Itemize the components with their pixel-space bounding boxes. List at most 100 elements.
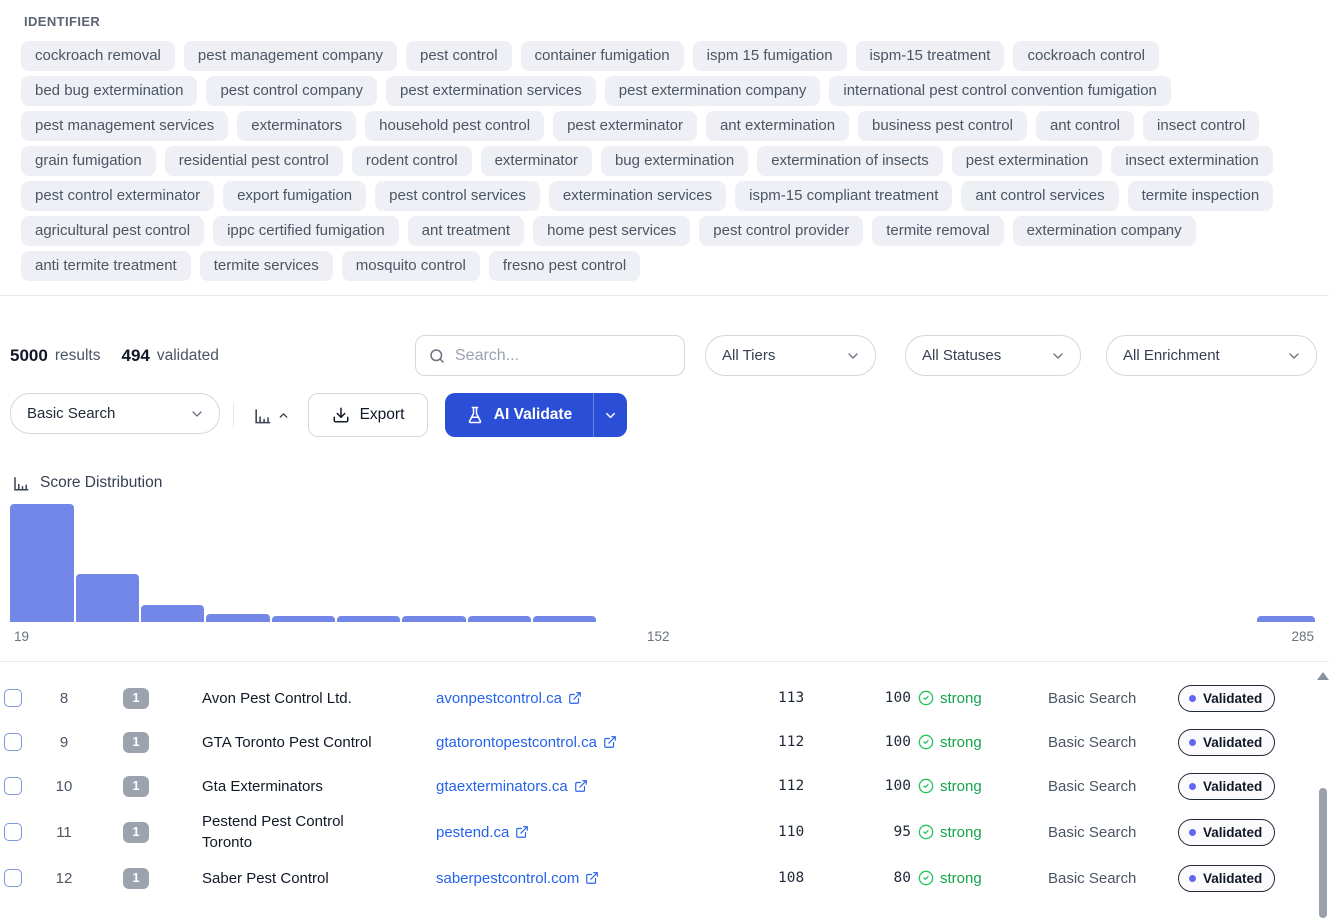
row-number: 12 <box>50 870 78 887</box>
ai-validate-label: AI Validate <box>494 406 572 424</box>
validated-badge[interactable]: Validated <box>1178 685 1275 712</box>
keyword-tag[interactable]: ant control services <box>961 181 1118 211</box>
keyword-tag[interactable]: extermination of insects <box>757 146 943 176</box>
validation-strength: strong <box>940 870 982 887</box>
axis-tick-min: 19 <box>14 629 29 644</box>
tag-list: cockroach removal pest management compan… <box>21 41 1308 281</box>
keyword-tag[interactable]: insect control <box>1143 111 1259 141</box>
keyword-tag[interactable]: pest extermination <box>952 146 1103 176</box>
keyword-tag[interactable]: exterminator <box>481 146 592 176</box>
keyword-tag[interactable]: exterminators <box>237 111 356 141</box>
keyword-tag[interactable]: bed bug extermination <box>21 76 197 106</box>
chevron-down-icon <box>1286 348 1302 364</box>
download-icon <box>332 406 350 424</box>
tier-filter-select[interactable]: All Tiers <box>705 335 876 376</box>
keyword-tag[interactable]: ispm 15 fumigation <box>693 41 847 71</box>
score-value: 112 <box>778 734 818 750</box>
keyword-tag[interactable]: cockroach control <box>1013 41 1159 71</box>
ai-validate-dropdown-button[interactable] <box>594 393 627 437</box>
validation-score: 100 <box>873 778 911 794</box>
search-mode-select[interactable]: Basic Search <box>10 393 220 434</box>
keyword-tag[interactable]: pest control services <box>375 181 540 211</box>
keyword-tag[interactable]: pest exterminator <box>553 111 697 141</box>
keyword-tag[interactable]: fresno pest control <box>489 251 640 281</box>
keyword-tag[interactable]: ant control <box>1036 111 1134 141</box>
keyword-tag[interactable]: grain fumigation <box>21 146 156 176</box>
validated-badge[interactable]: Validated <box>1178 865 1275 892</box>
keyword-tag[interactable]: pest extermination company <box>605 76 821 106</box>
histogram-icon <box>253 406 272 425</box>
row-checkbox[interactable] <box>4 777 22 795</box>
keyword-tag[interactable]: business pest control <box>858 111 1027 141</box>
keyword-tag[interactable]: pest control company <box>206 76 377 106</box>
keyword-tag[interactable]: termite removal <box>872 216 1003 246</box>
keyword-tag[interactable]: insect extermination <box>1111 146 1272 176</box>
validated-badge[interactable]: Validated <box>1178 729 1275 756</box>
keyword-tag[interactable]: home pest services <box>533 216 690 246</box>
external-link-icon <box>603 735 617 749</box>
search-box[interactable] <box>415 335 685 376</box>
toolbar-divider <box>233 403 234 427</box>
status-filter-select[interactable]: All Statuses <box>905 335 1081 376</box>
keyword-tag[interactable]: mosquito control <box>342 251 480 281</box>
keyword-tag[interactable]: pest management services <box>21 111 228 141</box>
scrollbar-up-arrow[interactable] <box>1317 672 1329 680</box>
histogram-bar <box>206 614 270 622</box>
keyword-tag[interactable]: household pest control <box>365 111 544 141</box>
keyword-tag[interactable]: container fumigation <box>521 41 684 71</box>
table-row: 10 1 Gta Exterminators gtaexterminators.… <box>0 764 1329 808</box>
keyword-tag[interactable]: pest control provider <box>699 216 863 246</box>
score-chart-toggle-button[interactable] <box>246 397 296 433</box>
row-number: 9 <box>50 734 78 751</box>
keyword-tag[interactable]: ant treatment <box>408 216 524 246</box>
check-circle-icon <box>918 690 934 706</box>
domain-link[interactable]: gtaexterminators.ca <box>436 778 588 795</box>
domain-text: saberpestcontrol.com <box>436 870 579 887</box>
keyword-tag[interactable]: agricultural pest control <box>21 216 204 246</box>
keyword-tag[interactable]: anti termite treatment <box>21 251 191 281</box>
search-input[interactable] <box>455 347 672 365</box>
status-label: Validated <box>1203 871 1262 886</box>
external-link-icon <box>568 691 582 705</box>
keyword-tag[interactable]: pest control <box>406 41 512 71</box>
keyword-tag[interactable]: termite inspection <box>1128 181 1274 211</box>
enrichment-filter-select[interactable]: All Enrichment <box>1106 335 1317 376</box>
status-dot-icon <box>1189 695 1196 702</box>
keyword-tag[interactable]: ant extermination <box>706 111 849 141</box>
ai-validate-button[interactable]: AI Validate <box>445 393 593 437</box>
row-checkbox[interactable] <box>4 869 22 887</box>
validation-score: 100 <box>873 690 911 706</box>
scrollbar-thumb[interactable] <box>1319 788 1327 918</box>
keyword-tag[interactable]: international pest control convention fu… <box>829 76 1171 106</box>
keyword-tag[interactable]: extermination company <box>1013 216 1196 246</box>
export-button[interactable]: Export <box>308 393 428 437</box>
status-dot-icon <box>1189 829 1196 836</box>
domain-link[interactable]: avonpestcontrol.ca <box>436 690 582 707</box>
row-checkbox[interactable] <box>4 733 22 751</box>
row-checkbox[interactable] <box>4 823 22 841</box>
keyword-tag[interactable]: cockroach removal <box>21 41 175 71</box>
validated-badge[interactable]: Validated <box>1178 819 1275 846</box>
keyword-tag[interactable]: rodent control <box>352 146 472 176</box>
keyword-tag[interactable]: pest extermination services <box>386 76 596 106</box>
keyword-tag[interactable]: pest management company <box>184 41 397 71</box>
keyword-tag[interactable]: extermination services <box>549 181 726 211</box>
histogram-bar <box>533 616 596 622</box>
keyword-tag[interactable]: ispm-15 treatment <box>856 41 1005 71</box>
keyword-tag[interactable]: residential pest control <box>165 146 343 176</box>
keyword-tag[interactable]: export fumigation <box>223 181 366 211</box>
keyword-tag[interactable]: ippc certified fumigation <box>213 216 399 246</box>
validated-badge[interactable]: Validated <box>1178 773 1275 800</box>
tier-badge: 1 <box>123 868 149 889</box>
domain-link[interactable]: saberpestcontrol.com <box>436 870 599 887</box>
keyword-tag[interactable]: bug extermination <box>601 146 748 176</box>
keyword-tag[interactable]: ispm-15 compliant treatment <box>735 181 952 211</box>
domain-link[interactable]: pestend.ca <box>436 824 529 841</box>
keyword-tag[interactable]: termite services <box>200 251 333 281</box>
keyword-tag[interactable]: pest control exterminator <box>21 181 214 211</box>
search-mode-value: Basic Search <box>27 405 115 422</box>
row-checkbox[interactable] <box>4 689 22 707</box>
axis-tick-max: 285 <box>1291 629 1314 644</box>
tier-filter-value: All Tiers <box>722 347 775 364</box>
domain-link[interactable]: gtatorontopestcontrol.ca <box>436 734 617 751</box>
